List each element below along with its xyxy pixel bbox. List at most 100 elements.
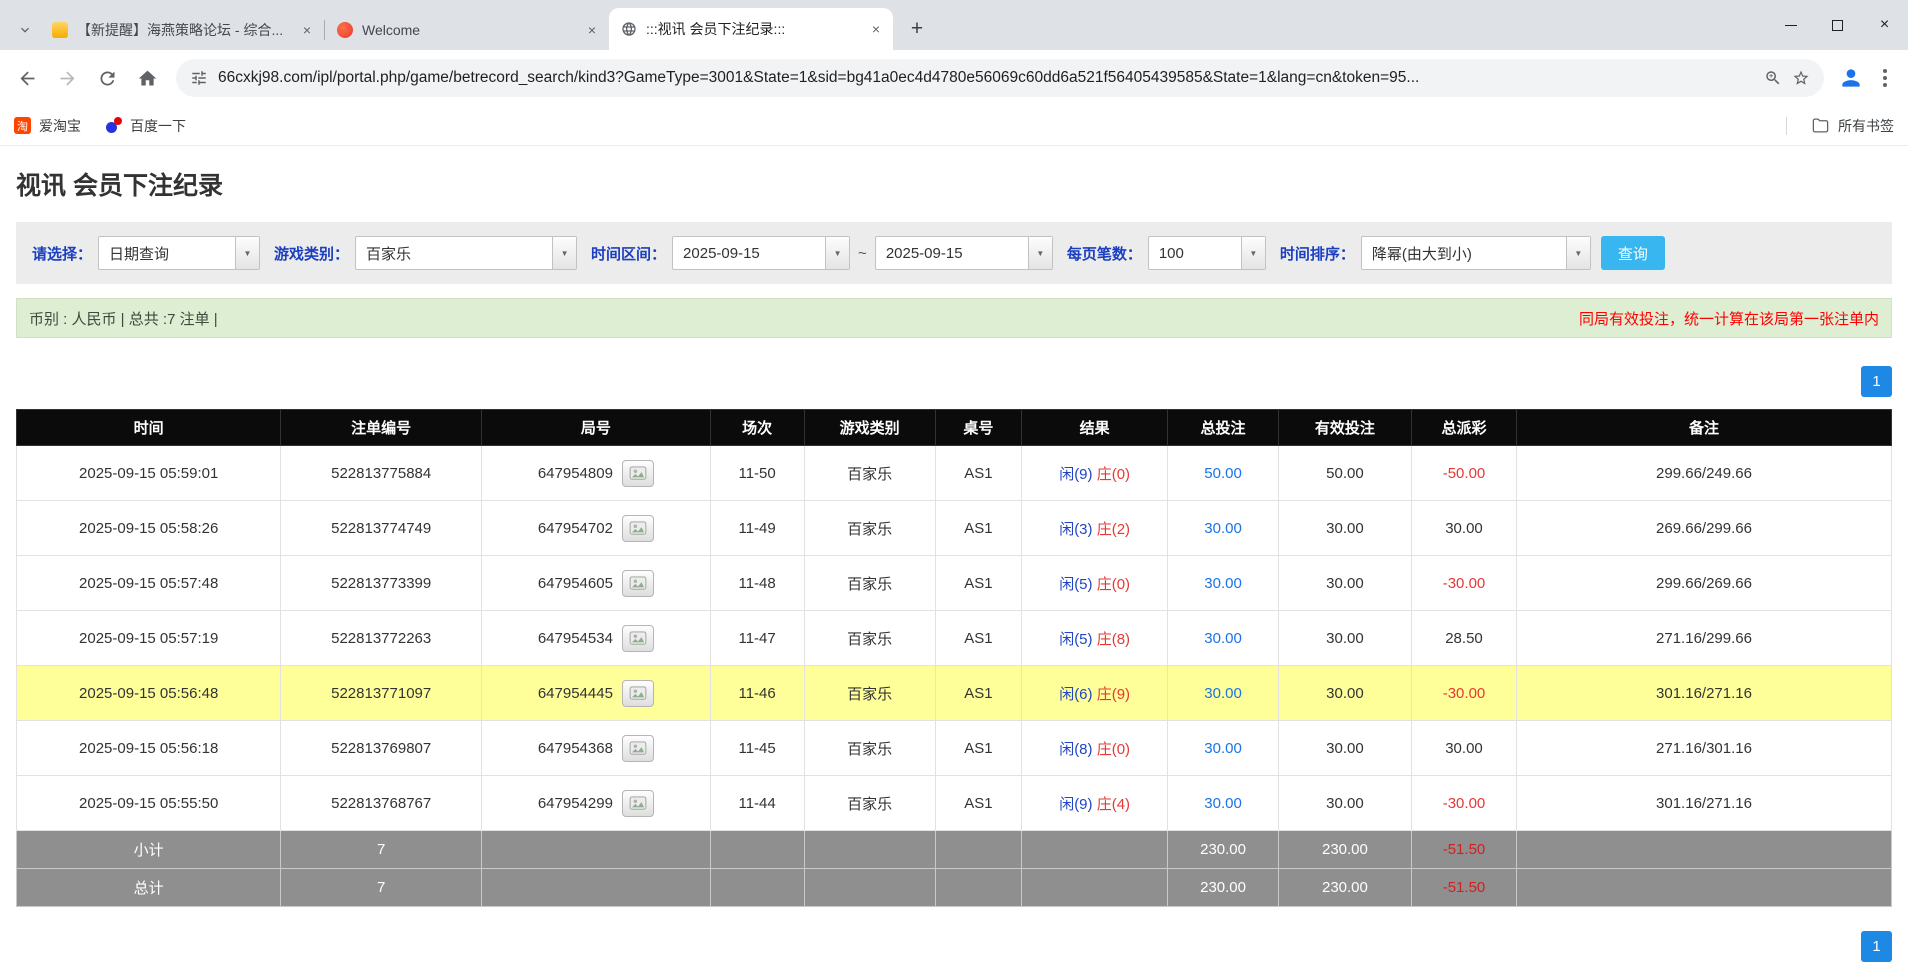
- cell-table-no: AS1: [935, 611, 1021, 666]
- cell-total-bet: 30.00: [1168, 666, 1279, 721]
- address-bar[interactable]: 66cxkj98.com/ipl/portal.php/game/betreco…: [176, 59, 1824, 97]
- url-text: 66cxkj98.com/ipl/portal.php/game/betreco…: [218, 69, 1754, 87]
- new-tab-button[interactable]: +: [901, 13, 933, 45]
- round-number: 647954702: [538, 520, 613, 537]
- cell-game-type: 百家乐: [804, 721, 935, 776]
- replay-video-icon[interactable]: [622, 790, 654, 817]
- bookmarks-bar: 淘 爱淘宝 百度一下 所有书签: [0, 106, 1908, 146]
- home-icon[interactable]: [128, 59, 166, 97]
- date-from-select[interactable]: 2025-09-15 ▼: [672, 236, 850, 270]
- back-icon[interactable]: [8, 59, 46, 97]
- pagination-page-1[interactable]: 1: [1861, 931, 1892, 962]
- window-close-button[interactable]: ×: [1861, 0, 1908, 50]
- summary-label: 小计: [17, 831, 281, 869]
- tab-search-chevron-icon[interactable]: [10, 10, 40, 50]
- cell-round: [482, 869, 711, 907]
- pagination-page-1[interactable]: 1: [1861, 366, 1892, 397]
- cell-table-no: AS1: [935, 666, 1021, 721]
- cell-valid-bet: 30.00: [1278, 611, 1411, 666]
- cell-total-bet: 230.00: [1168, 869, 1279, 907]
- browser-toolbar: 66cxkj98.com/ipl/portal.php/game/betreco…: [0, 50, 1908, 106]
- cell-table-no: [935, 831, 1021, 869]
- cell-valid-bet: 230.00: [1278, 869, 1411, 907]
- filter-label-sort: 时间排序：: [1280, 243, 1355, 264]
- filter-label-query-type: 请选择：: [32, 243, 92, 264]
- select-value: 100: [1149, 237, 1241, 269]
- cell-result: [1022, 831, 1168, 869]
- window-maximize-button[interactable]: [1814, 0, 1861, 50]
- game-type-select[interactable]: 百家乐 ▼: [355, 236, 577, 270]
- column-header: 备注: [1517, 410, 1892, 446]
- zoom-icon[interactable]: [1764, 69, 1782, 87]
- total-bet-link[interactable]: 30.00: [1204, 575, 1242, 592]
- tab-close-icon[interactable]: ×: [583, 21, 601, 39]
- tab-welcome[interactable]: Welcome ×: [325, 10, 609, 50]
- cell-note: 299.66/249.66: [1517, 446, 1892, 501]
- cell-total-bet: 50.00: [1168, 446, 1279, 501]
- cell-bet-id: 522813768767: [281, 776, 482, 831]
- replay-video-icon[interactable]: [622, 515, 654, 542]
- tab-haiyan-forum[interactable]: 【新提醒】海燕策略论坛 - 综合... ×: [40, 10, 324, 50]
- total-bet-link[interactable]: 30.00: [1204, 740, 1242, 757]
- bookmark-baidu[interactable]: 百度一下: [105, 116, 186, 136]
- tab-title: Welcome: [362, 22, 574, 38]
- result-banker: 庄(0): [1097, 741, 1130, 758]
- round-number: 647954299: [538, 795, 613, 812]
- total-bet-link[interactable]: 30.00: [1204, 795, 1242, 812]
- cell-total-bet: 30.00: [1168, 721, 1279, 776]
- all-bookmarks-button[interactable]: 所有书签: [1811, 116, 1894, 136]
- cell-bet-id: 7: [281, 869, 482, 907]
- bookmark-taobao[interactable]: 淘 爱淘宝: [14, 116, 81, 136]
- forward-icon[interactable]: [48, 59, 86, 97]
- summary-info-bar: 币别 : 人民币 | 总共 :7 注单 | 同局有效投注，统一计算在该局第一张注…: [16, 298, 1892, 338]
- cell-session: 11-48: [710, 556, 804, 611]
- round-number: 647954445: [538, 685, 613, 702]
- cell-table-no: AS1: [935, 501, 1021, 556]
- tab-close-icon[interactable]: ×: [867, 20, 885, 38]
- refresh-icon[interactable]: [88, 59, 126, 97]
- cell-table-no: AS1: [935, 446, 1021, 501]
- total-bet-link[interactable]: 30.00: [1204, 685, 1242, 702]
- cell-session: 11-46: [710, 666, 804, 721]
- search-button[interactable]: 查询: [1601, 236, 1665, 270]
- site-settings-icon[interactable]: [190, 69, 208, 87]
- tab-close-icon[interactable]: ×: [298, 21, 316, 39]
- replay-video-icon[interactable]: [622, 570, 654, 597]
- replay-video-icon[interactable]: [622, 460, 654, 487]
- query-type-select[interactable]: 日期查询 ▼: [98, 236, 260, 270]
- cell-game-type: [804, 869, 935, 907]
- cell-time: 2025-09-15 05:56:48: [17, 666, 281, 721]
- filter-label-game-type: 游戏类别：: [274, 243, 349, 264]
- sort-order-select[interactable]: 降幂(由大到小) ▼: [1361, 236, 1591, 270]
- profile-avatar[interactable]: [1834, 61, 1868, 95]
- bookmark-star-icon[interactable]: [1792, 69, 1810, 87]
- table-row: 2025-09-15 05:56:18522813769807647954368…: [17, 721, 1892, 776]
- window-minimize-button[interactable]: [1767, 0, 1814, 50]
- total-bet-link[interactable]: 50.00: [1204, 465, 1242, 482]
- replay-video-icon[interactable]: [622, 735, 654, 762]
- total-bet-link[interactable]: 30.00: [1204, 630, 1242, 647]
- date-to-select[interactable]: 2025-09-15 ▼: [875, 236, 1053, 270]
- replay-video-icon[interactable]: [622, 680, 654, 707]
- cell-bet-id: 522813774749: [281, 501, 482, 556]
- cell-valid-bet: 30.00: [1278, 556, 1411, 611]
- cell-time: 2025-09-15 05:56:18: [17, 721, 281, 776]
- cell-table-no: AS1: [935, 721, 1021, 776]
- page-size-select[interactable]: 100 ▼: [1148, 236, 1266, 270]
- all-bookmarks-label: 所有书签: [1838, 116, 1894, 136]
- browser-menu-icon[interactable]: [1870, 59, 1900, 97]
- cell-game-type: 百家乐: [804, 611, 935, 666]
- result-banker: 庄(0): [1097, 466, 1130, 483]
- cell-payout: 28.50: [1412, 611, 1517, 666]
- tab-bet-records[interactable]: :::视讯 会员下注纪录::: ×: [609, 8, 893, 50]
- cell-result: 闲(5) 庄(8): [1022, 611, 1168, 666]
- table-row: 2025-09-15 05:57:48522813773399647954605…: [17, 556, 1892, 611]
- replay-video-icon[interactable]: [622, 625, 654, 652]
- total-bet-link[interactable]: 30.00: [1204, 520, 1242, 537]
- result-player: 闲(9): [1059, 796, 1092, 813]
- cell-note: 301.16/271.16: [1517, 666, 1892, 721]
- cell-result: 闲(8) 庄(0): [1022, 721, 1168, 776]
- welcome-favicon-icon: [337, 22, 353, 38]
- table-row: 2025-09-15 05:59:01522813775884647954809…: [17, 446, 1892, 501]
- table-row: 2025-09-15 05:58:26522813774749647954702…: [17, 501, 1892, 556]
